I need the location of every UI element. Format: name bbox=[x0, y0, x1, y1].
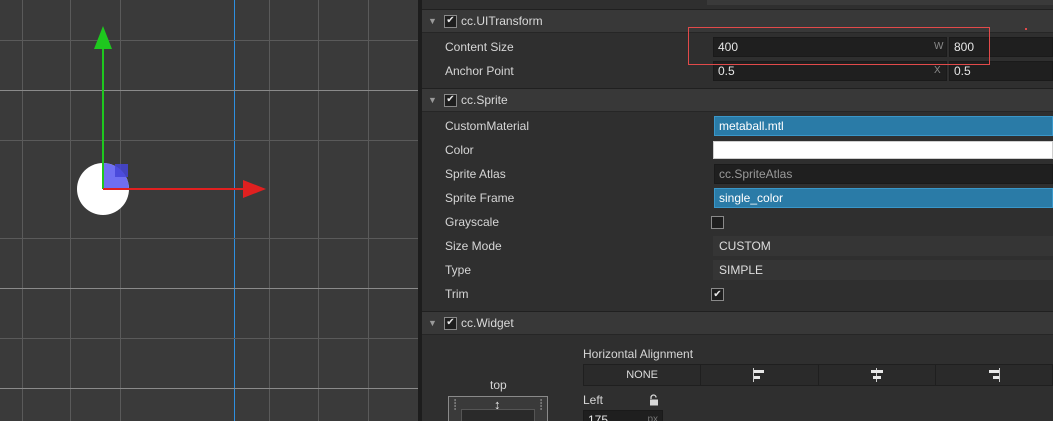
align-none-label: NONE bbox=[626, 369, 659, 381]
size-mode-label: Size Mode bbox=[445, 239, 502, 253]
annotation-dot bbox=[1025, 28, 1027, 30]
align-center-button[interactable] bbox=[819, 365, 936, 385]
content-size-label: Content Size bbox=[445, 40, 514, 54]
widget-enabled-checkbox[interactable] bbox=[444, 316, 457, 330]
color-swatch[interactable] bbox=[713, 141, 1053, 159]
sprite-frame-label: Sprite Frame bbox=[445, 191, 515, 205]
left-label: Left bbox=[583, 393, 604, 407]
transform-gizmo[interactable] bbox=[0, 0, 418, 421]
sprite-frame-value: single_color bbox=[719, 191, 784, 205]
grayscale-label: Grayscale bbox=[445, 215, 500, 229]
color-row: Color bbox=[422, 138, 1053, 162]
unlock-icon[interactable] bbox=[648, 394, 660, 406]
size-mode-value: CUSTOM bbox=[719, 239, 771, 253]
type-row: Type SIMPLE bbox=[422, 258, 1053, 282]
sprite-atlas-label: Sprite Atlas bbox=[445, 167, 506, 181]
size-mode-select[interactable]: CUSTOM bbox=[713, 236, 1053, 256]
custom-material-asset-field[interactable]: metaball.mtl bbox=[714, 116, 1053, 136]
collapse-caret-icon[interactable]: ▼ bbox=[428, 16, 438, 26]
sprite-atlas-asset-field[interactable]: cc.SpriteAtlas bbox=[714, 164, 1053, 184]
sprite-enabled-checkbox[interactable] bbox=[444, 93, 457, 107]
sprite-atlas-row: Sprite Atlas cc.SpriteAtlas bbox=[422, 162, 1053, 186]
widget-inner-box bbox=[461, 409, 535, 421]
type-select[interactable]: SIMPLE bbox=[713, 260, 1053, 280]
type-value: SIMPLE bbox=[719, 263, 764, 277]
grayscale-checkbox[interactable] bbox=[711, 216, 724, 229]
dash-mark: ┊ bbox=[537, 400, 544, 411]
sprite-frame-row: Sprite Frame single_color bbox=[422, 186, 1053, 210]
trim-label: Trim bbox=[445, 287, 469, 301]
custom-material-row: CustomMaterial metaball.mtl bbox=[422, 114, 1053, 138]
left-margin-value: 175 bbox=[588, 413, 609, 421]
scale-handle[interactable] bbox=[115, 164, 128, 177]
sprite-header[interactable]: ▼ cc.Sprite bbox=[422, 88, 1053, 112]
collapse-caret-icon[interactable]: ▼ bbox=[428, 318, 438, 328]
align-none-button[interactable]: NONE bbox=[584, 365, 702, 385]
sprite-frame-asset-field[interactable]: single_color bbox=[714, 188, 1053, 208]
align-right-button[interactable] bbox=[936, 365, 1052, 385]
collapse-caret-icon[interactable]: ▼ bbox=[428, 95, 438, 105]
align-left-button[interactable] bbox=[701, 365, 819, 385]
color-label: Color bbox=[445, 143, 474, 157]
uitransform-enabled-checkbox[interactable] bbox=[444, 14, 457, 28]
sprite-atlas-value: cc.SpriteAtlas bbox=[719, 167, 793, 181]
top-label: top bbox=[490, 378, 507, 392]
widget-header[interactable]: ▼ cc.Widget bbox=[422, 311, 1053, 335]
horizontal-alignment-bar: NONE bbox=[583, 364, 1053, 386]
scene-viewport[interactable] bbox=[0, 0, 418, 421]
y-axis-arrow-icon[interactable] bbox=[94, 26, 112, 49]
left-align-icon bbox=[752, 368, 766, 382]
left-margin-input[interactable]: 175 px bbox=[583, 410, 663, 421]
anchor-y-value: 0.5 bbox=[954, 64, 971, 78]
left-margin-unit: px bbox=[647, 414, 658, 421]
uitransform-title: cc.UITransform bbox=[461, 14, 543, 28]
annotation-highlight-box bbox=[688, 27, 990, 65]
center-align-icon bbox=[870, 368, 884, 382]
trim-row: Trim bbox=[422, 282, 1053, 306]
widget-alignment-box[interactable]: ┊ ┊ ↕ bbox=[448, 396, 548, 421]
size-mode-row: Size Mode CUSTOM bbox=[422, 234, 1053, 258]
trim-checkbox[interactable] bbox=[711, 288, 724, 301]
anchor-x-value: 0.5 bbox=[718, 64, 735, 78]
previous-row-edge bbox=[707, 0, 1053, 5]
custom-material-value: metaball.mtl bbox=[719, 119, 784, 133]
type-label: Type bbox=[445, 263, 472, 277]
sprite-title: cc.Sprite bbox=[461, 93, 508, 107]
custom-material-label: CustomMaterial bbox=[445, 119, 530, 133]
horizontal-alignment-title: Horizontal Alignment bbox=[583, 347, 694, 361]
dash-mark: ┊ bbox=[452, 400, 459, 411]
right-align-icon bbox=[987, 368, 1001, 382]
grayscale-row: Grayscale bbox=[422, 210, 1053, 234]
anchor-point-label: Anchor Point bbox=[445, 64, 514, 78]
widget-title: cc.Widget bbox=[461, 316, 514, 330]
x-axis-arrow-icon[interactable] bbox=[243, 180, 266, 198]
